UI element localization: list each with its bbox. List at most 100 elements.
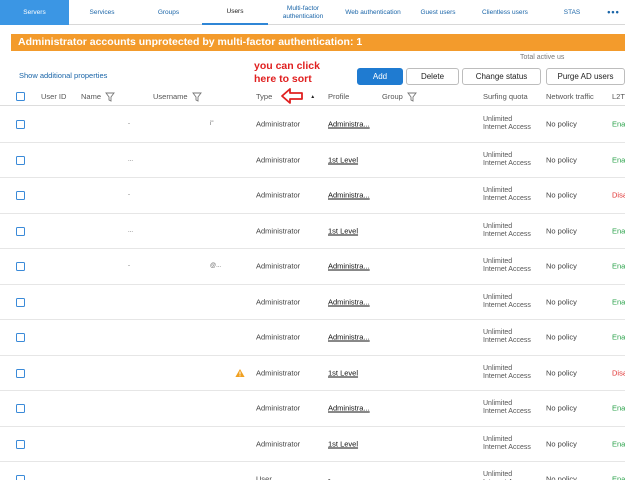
table-header: User ID Name Username Type ▲ Profile Gro… <box>0 87 625 106</box>
table-row[interactable]: User - Unlimited Internet Access No policy E… <box>0 462 625 480</box>
cell-surfing-quota: Unlimited Internet Access <box>483 222 531 238</box>
filter-icon[interactable] <box>105 92 115 102</box>
column-username[interactable]: Username <box>153 87 202 106</box>
add-button[interactable]: Add <box>357 68 403 85</box>
row-checkbox[interactable] <box>16 404 25 413</box>
cell-profile-link[interactable]: 1st Level <box>328 226 358 235</box>
row-checkbox[interactable] <box>16 368 25 378</box>
cell-surfing-quota: Unlimited Internet Access <box>483 471 531 480</box>
row-checkbox[interactable] <box>16 191 25 200</box>
table-row[interactable]: Administrator 1st Level Unlimited Internet… <box>0 356 625 391</box>
cell-network-traffic: No policy <box>546 226 577 236</box>
cell-status: Ena <box>612 155 625 165</box>
table-row[interactable]: Administrator Administra... Unlimited Inte… <box>0 320 625 356</box>
row-checkbox[interactable] <box>16 120 25 129</box>
total-active-users-label: Total active us <box>520 54 565 61</box>
column-user-id-label: User ID <box>41 92 67 101</box>
cell-status: Disa <box>612 190 625 200</box>
row-checkbox[interactable] <box>16 262 25 271</box>
table-row[interactable]: ... Administrator 1st Level Unlimited Inter… <box>0 143 625 178</box>
table-row[interactable]: ... Administrator 1st Level Unlimited Inter… <box>0 214 625 249</box>
cell-status: Ena <box>612 119 625 129</box>
cell-profile-link[interactable]: Administra... <box>328 120 370 129</box>
cell-network-traffic: No policy <box>546 368 577 378</box>
cell-username: @... <box>210 263 222 270</box>
more-tabs-button[interactable]: ••• <box>602 0 625 25</box>
column-type-label: Type <box>256 92 273 101</box>
cell-network-traffic: No policy <box>546 474 577 480</box>
table-row[interactable]: Administrator 1st Level Unlimited Internet… <box>0 427 625 462</box>
cell-profile-link[interactable]: 1st Level <box>328 155 358 164</box>
cell-profile-link[interactable]: Administra... <box>328 404 370 413</box>
annotation-line-2: here to sort <box>254 73 312 85</box>
filter-icon[interactable] <box>406 92 417 102</box>
select-all-checkbox[interactable] <box>16 92 25 101</box>
table-row[interactable]: - Administrator Administra... Unlimited Int… <box>0 178 625 214</box>
column-group[interactable]: Group <box>382 87 417 106</box>
cell-type: Administrator <box>256 261 301 271</box>
tab-servers[interactable]: Servers <box>0 0 69 25</box>
cell-profile-link[interactable]: 1st Level <box>328 368 358 377</box>
show-additional-properties-link[interactable]: Show additional properties <box>19 71 107 80</box>
cell-status: Ena <box>612 297 625 307</box>
table-row[interactable]: Administrator Administra... Unlimited Inte… <box>0 285 625 320</box>
column-name[interactable]: Name <box>81 87 115 106</box>
cell-type: Administrator <box>256 155 301 165</box>
tab-multi-factor-authentication[interactable]: Multi-factor authentication <box>268 0 338 25</box>
column-profile[interactable]: Profile <box>328 87 349 106</box>
filter-icon[interactable] <box>191 92 202 102</box>
row-checkbox[interactable] <box>16 155 25 165</box>
column-user-id[interactable]: User ID <box>41 87 66 106</box>
cell-profile-link[interactable]: Administra... <box>328 262 370 271</box>
tab-users[interactable]: Users <box>202 0 268 25</box>
column-l2t-label: L2T <box>612 92 625 101</box>
cell-profile-link[interactable]: Administra... <box>328 333 370 342</box>
column-type[interactable]: Type ▲ <box>256 87 315 106</box>
cell-surfing-quota: Unlimited Internet Access <box>483 258 531 274</box>
table-row[interactable]: - @... Administrator Administra... Unlimited… <box>0 249 625 285</box>
top-tab-bar: Servers Services Groups Users Multi-fact… <box>0 0 625 25</box>
cell-status: Ena <box>612 403 625 413</box>
cell-surfing-quota: Unlimited Internet Access <box>483 187 531 203</box>
cell-profile-link[interactable]: 1st Level <box>328 439 358 448</box>
delete-button[interactable]: Delete <box>406 68 459 85</box>
tab-stas[interactable]: STAS <box>542 0 602 25</box>
change-status-button[interactable]: Change status <box>462 68 541 85</box>
column-username-label: Username <box>153 92 188 101</box>
cell-network-traffic: No policy <box>546 155 577 165</box>
row-checkbox[interactable] <box>16 439 25 449</box>
tab-services[interactable]: Services <box>69 0 135 25</box>
column-name-label: Name <box>81 92 102 101</box>
tab-web-authentication[interactable]: Web authentication <box>338 0 408 25</box>
row-checkbox[interactable] <box>16 297 25 307</box>
row-checkbox[interactable] <box>16 226 25 236</box>
purge-ad-users-button[interactable]: Purge AD users <box>546 68 625 85</box>
cell-network-traffic: No policy <box>546 439 577 449</box>
tab-guest-users[interactable]: Guest users <box>408 0 468 25</box>
sort-asc-icon[interactable]: ▲ <box>310 94 315 100</box>
cell-surfing-quota: Unlimited Internet Access <box>483 151 531 167</box>
column-network-traffic[interactable]: Network traffic <box>546 87 594 106</box>
tab-clientless-users[interactable]: Clientless users <box>468 0 542 25</box>
column-profile-label: Profile <box>328 92 350 101</box>
annotation-line-1: you can click <box>254 60 320 72</box>
cell-network-traffic: No policy <box>546 190 577 200</box>
column-surfing-quota-label: Surfing quota <box>483 92 528 101</box>
cell-type: Administrator <box>256 403 301 413</box>
cell-status: Ena <box>612 226 625 236</box>
row-checkbox[interactable] <box>16 475 25 480</box>
cell-profile-link[interactable]: Administra... <box>328 191 370 200</box>
cell-profile-link[interactable]: Administra... <box>328 297 370 306</box>
column-l2t[interactable]: L2T <box>612 87 625 106</box>
cell-type: Administrator <box>256 190 301 200</box>
cell-profile-link[interactable]: - <box>328 475 331 480</box>
cell-username: i" <box>210 121 214 128</box>
sort-hint-annotation: you can click here to sort <box>254 60 320 86</box>
cell-surfing-quota: Unlimited Internet Access <box>483 293 531 309</box>
tab-groups[interactable]: Groups <box>135 0 202 25</box>
row-checkbox[interactable] <box>16 333 25 342</box>
column-surfing-quota[interactable]: Surfing quota <box>483 87 528 106</box>
table-row[interactable]: - i" Administrator Administra... Unlimited I… <box>0 107 625 143</box>
warning-icon <box>235 368 245 377</box>
table-row[interactable]: Administrator Administra... Unlimited Inte… <box>0 391 625 427</box>
